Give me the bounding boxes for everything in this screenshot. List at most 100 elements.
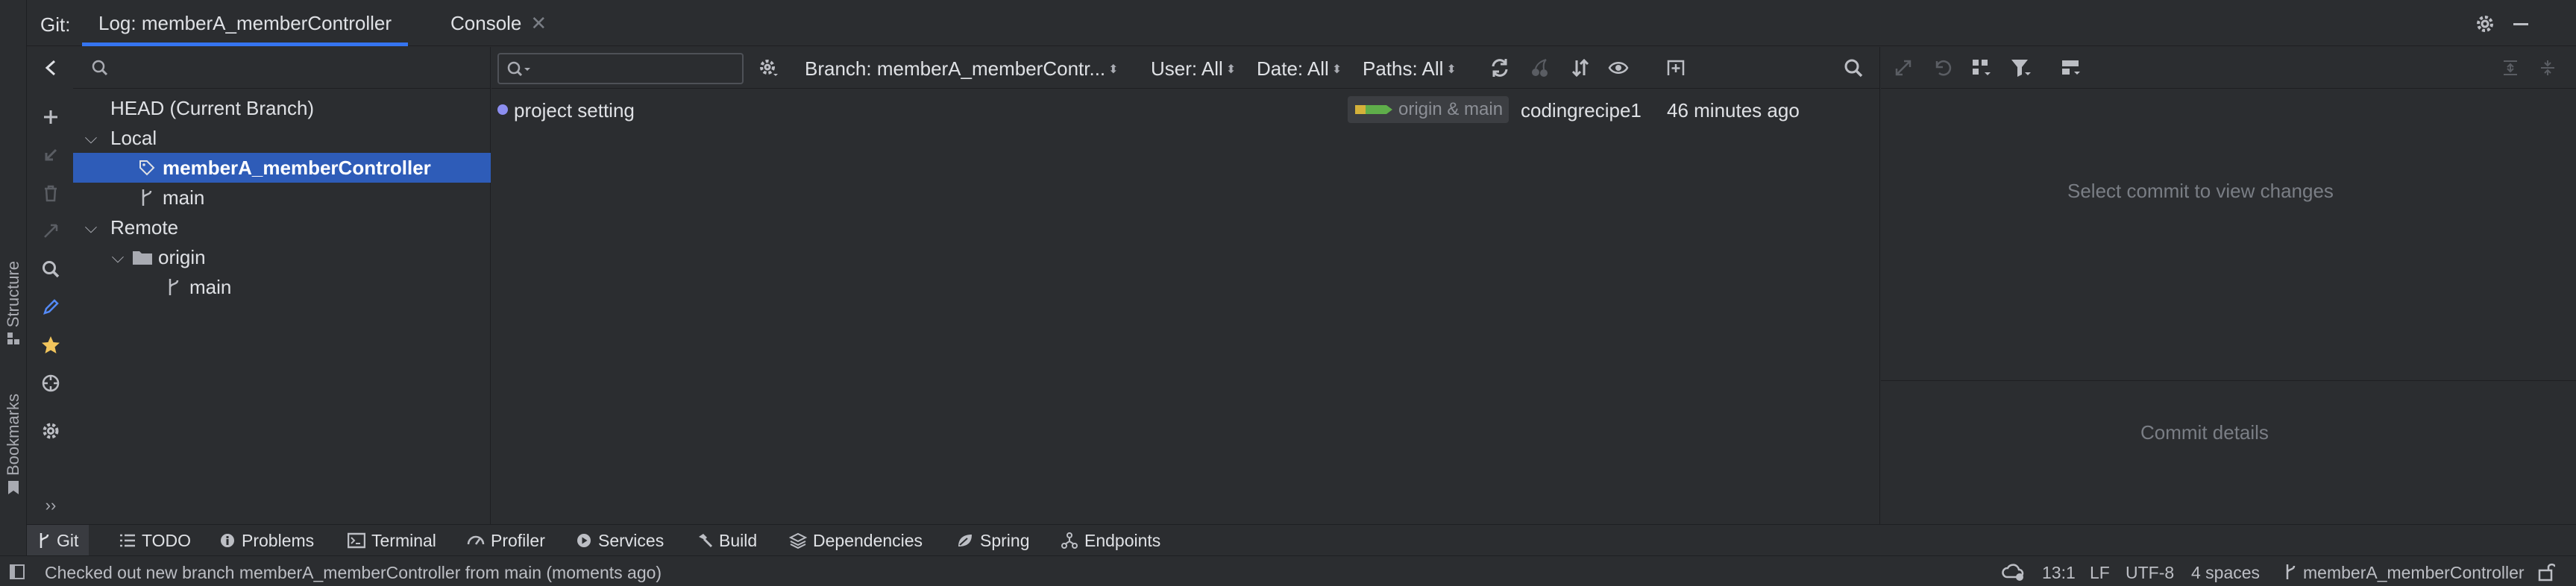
tree-group-local[interactable]: ⌵ Local <box>73 123 491 153</box>
profiler-icon <box>467 535 485 545</box>
tool-tab-terminal[interactable]: Terminal <box>348 525 436 556</box>
tool-tab-todo[interactable]: TODO <box>119 525 191 556</box>
tree-group-origin[interactable]: ⌵ origin <box>73 242 491 272</box>
changes-toolbar <box>1881 47 2576 89</box>
tag-icon <box>1355 105 1392 114</box>
sync-cloud-icon[interactable] <box>2002 562 2026 582</box>
tool-window-bar: Git TODO Problems Terminal Profiler Serv… <box>27 524 2576 556</box>
edit-branch-button[interactable] <box>40 296 62 318</box>
tree-group-remote[interactable]: ⌵ Remote <box>73 212 491 242</box>
tree-item-local-branch[interactable]: main <box>73 183 491 212</box>
origin-label: origin <box>158 245 206 268</box>
tool-tab-problems[interactable]: Problems <box>219 525 314 556</box>
compare-arrows-icon <box>44 224 58 238</box>
cursor-position[interactable]: 13:1 <box>2042 563 2076 583</box>
chevron-down-icon[interactable]: ⌵ <box>84 218 98 237</box>
tree-item-head[interactable]: HEAD (Current Branch) <box>73 93 491 123</box>
cherry-pick-button[interactable] <box>1528 56 1552 80</box>
commit-refs-badge: origin & main <box>1348 96 1510 123</box>
eye-icon <box>1608 62 1629 74</box>
chevron-down-icon[interactable]: ⌵ <box>110 248 125 267</box>
commit-refs-label: origin & main <box>1398 99 1504 119</box>
favorite-branch-button[interactable] <box>40 334 62 356</box>
structure-tool-button[interactable]: Structure <box>1 261 25 345</box>
collapse-panel-button[interactable] <box>40 57 62 79</box>
lock-open-icon[interactable] <box>2537 562 2555 582</box>
tab-console[interactable]: Console ✕ <box>450 0 547 46</box>
log-search-button[interactable] <box>1841 56 1865 80</box>
tool-tab-endpoints[interactable]: Endpoints <box>1061 525 1160 556</box>
layout-icon <box>2062 60 2080 75</box>
bookmarks-tool-button[interactable]: Bookmarks <box>1 394 25 495</box>
minimize-icon[interactable] <box>2510 13 2531 34</box>
table-row[interactable]: project setting origin & main codingreci… <box>491 95 1880 125</box>
close-icon[interactable]: ✕ <box>530 12 547 35</box>
paths-filter[interactable]: Paths: All ⬍ <box>1363 57 1457 81</box>
new-branch-button[interactable] <box>40 106 62 128</box>
chevron-down-icon[interactable]: ⌵ <box>84 128 98 148</box>
sort-button[interactable] <box>1568 56 1592 80</box>
branch-filter[interactable]: Branch: memberA_memberContr... ⬍ <box>805 57 1119 81</box>
file-encoding[interactable]: UTF-8 <box>2126 563 2174 583</box>
branch-search-box[interactable] <box>73 47 491 89</box>
log-filter-input[interactable] <box>497 53 744 84</box>
indent-setting[interactable]: 4 spaces <box>2191 563 2260 583</box>
play-circle-icon <box>577 534 591 547</box>
crosshair-icon <box>42 374 60 392</box>
tool-tab-problems-label: Problems <box>242 530 315 550</box>
branch-icon <box>2286 564 2296 579</box>
tool-tab-git[interactable]: Git <box>27 525 89 556</box>
structure-label: Structure <box>4 261 22 328</box>
commit-message: project setting <box>514 99 635 122</box>
leaf-icon <box>958 535 972 546</box>
gear-icon[interactable] <box>2475 13 2495 34</box>
current-branch[interactable]: memberA_memberController <box>2303 563 2525 583</box>
refresh-button[interactable] <box>1488 56 1512 80</box>
star-icon <box>42 336 60 353</box>
status-message[interactable]: Checked out new branch memberA_memberCon… <box>45 563 662 583</box>
tool-tab-endpoints-label: Endpoints <box>1084 530 1161 550</box>
tree-item-remote-branch[interactable]: main <box>73 272 491 302</box>
filter-button[interactable] <box>2009 56 2033 80</box>
tree-item-local-branch[interactable]: memberA_memberController <box>73 153 491 183</box>
tool-tab-spring[interactable]: Spring <box>956 525 1029 556</box>
more-actions-button[interactable]: ›› <box>40 494 62 517</box>
tool-tab-profiler[interactable]: Profiler <box>467 525 545 556</box>
collapse-button[interactable] <box>1891 56 1915 80</box>
expand-all-button[interactable] <box>2498 56 2522 80</box>
commit-details-text: Commit details <box>2140 421 2269 444</box>
date-filter[interactable]: Date: All ⬍ <box>1257 57 1342 81</box>
tab-log[interactable]: Log: memberA_memberController <box>82 0 409 46</box>
search-icon <box>92 60 108 76</box>
open-new-tab-button[interactable] <box>1664 56 1688 80</box>
navigate-log-button[interactable] <box>40 372 62 394</box>
branch-icon <box>40 533 49 548</box>
tool-tab-build[interactable]: Build <box>697 525 757 556</box>
line-separator[interactable]: LF <box>2090 563 2110 583</box>
updown-arrow-icon: ⬍ <box>1446 63 1457 76</box>
search-branch-button[interactable] <box>40 258 62 280</box>
bookmark-icon <box>8 481 19 495</box>
collapse-all-button[interactable] <box>2536 56 2560 80</box>
updown-arrow-icon: ⬍ <box>1331 63 1342 76</box>
gear-icon <box>43 423 59 439</box>
filter-settings-button[interactable] <box>757 56 781 80</box>
compare-branch-button[interactable] <box>40 220 62 242</box>
group-by-button[interactable] <box>1970 56 1994 80</box>
collapse-icon <box>2541 60 2554 75</box>
tool-tab-services[interactable]: Services <box>576 525 664 556</box>
branches-settings-button[interactable] <box>40 420 62 442</box>
panel-toggle-icon[interactable] <box>9 564 25 580</box>
cherry-icon <box>1532 59 1548 77</box>
user-filter[interactable]: User: All ⬍ <box>1151 57 1236 81</box>
layout-button[interactable] <box>2060 56 2084 80</box>
double-chevron-icon: ›› <box>45 496 57 514</box>
delete-branch-button[interactable] <box>40 182 62 204</box>
left-tool-strip: Structure Bookmarks <box>0 0 27 586</box>
head-label: HEAD (Current Branch) <box>110 96 315 119</box>
view-options-button[interactable] <box>1607 56 1631 80</box>
revert-button[interactable] <box>1930 56 1954 80</box>
filter-icon <box>2011 60 2031 77</box>
update-branch-button[interactable] <box>40 144 62 166</box>
tool-tab-dependencies[interactable]: Dependencies <box>789 525 923 556</box>
